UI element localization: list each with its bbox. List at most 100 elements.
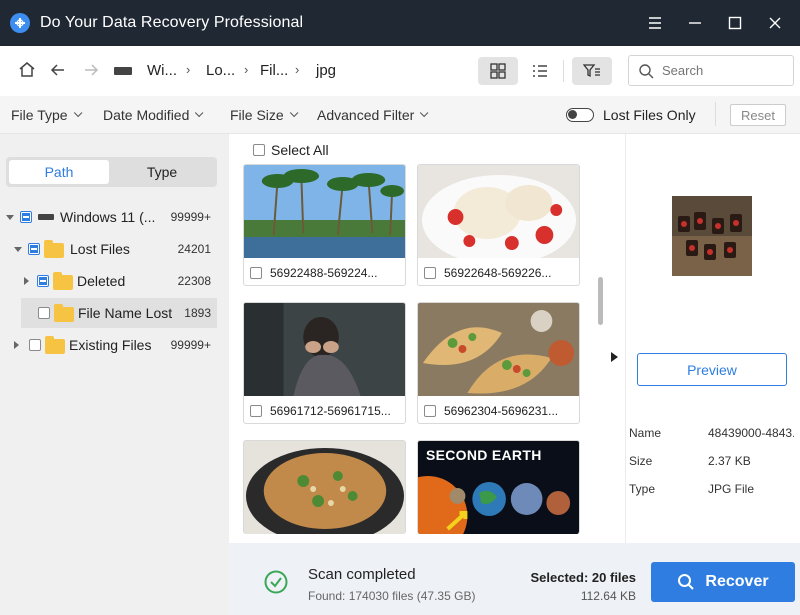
thumbnail-caption: SECOND EARTH [426,447,542,463]
file-size-filter[interactable]: File Size [230,107,299,123]
select-all-label: Select All [271,142,329,158]
meta-value-size: 2.37 KB [708,454,751,468]
filter-label: File Size [230,107,284,123]
chevron-right-icon: › [244,62,249,77]
filter-toggle-button[interactable] [572,57,612,85]
file-checkbox[interactable] [424,267,436,279]
tab-path[interactable]: Path [9,160,109,184]
checkbox[interactable] [38,307,50,319]
search-box[interactable] [628,55,794,86]
meta-key-size: Size [629,454,653,468]
filter-label: File Type [11,107,68,123]
search-icon [639,63,654,78]
reset-button[interactable]: Reset [730,104,786,126]
tree-item-count: 24201 [177,242,211,256]
tree-item-count: 22308 [177,274,211,288]
file-checkbox[interactable] [250,405,262,417]
tree-item-count: 1893 [184,306,211,320]
grid-view-button[interactable] [478,57,518,85]
folder-icon [45,336,65,354]
tree-item-deleted[interactable]: Deleted 22308 [0,266,229,296]
expand-icon[interactable] [14,246,22,252]
tab-type[interactable]: Type [112,160,212,184]
file-type-filter[interactable]: File Type [11,107,82,123]
grid-icon [490,63,506,79]
breadcrumb-current[interactable]: jpg [316,62,336,79]
tree-item-file-name-lost[interactable]: File Name Lost 1893 [21,298,217,328]
preview-button[interactable]: Preview [637,353,787,386]
minimize-icon[interactable] [675,0,715,46]
file-card-footer: 56922648-569226... [418,261,579,285]
folder-lost-icon [44,240,64,258]
filter-icon [583,64,600,78]
search-icon [678,574,695,590]
app-logo-icon [10,13,30,33]
lost-files-only-toggle[interactable] [566,108,594,122]
file-card[interactable]: 56962304-5696231... [417,302,580,424]
scan-found-summary: Found: 174030 files (47.35 GB) [308,589,476,603]
selected-count: Selected: 20 files [530,570,637,585]
grid-scrollbar[interactable] [598,277,603,325]
menu-icon[interactable] [635,0,675,46]
checkbox[interactable] [28,243,40,255]
drive-icon [114,67,132,75]
tree-item-count: 99999+ [170,210,211,224]
recover-label: Recover [705,573,769,590]
select-all-checkbox[interactable] [253,144,265,156]
selected-size: 112.64 KB [580,589,636,603]
toggle-knob [568,110,577,119]
meta-value-type: JPG File [708,482,755,496]
forward-arrow-icon[interactable] [79,58,103,82]
divider [715,102,716,126]
ice-cream-thumbnail [418,165,579,265]
advanced-filter[interactable]: Advanced Filter [317,107,429,123]
tree-item-lost-files[interactable]: Lost Files 24201 [0,234,229,264]
file-card[interactable]: 56922648-569226... [417,164,580,286]
maximize-icon[interactable] [715,0,755,46]
select-all[interactable]: Select All [253,142,329,158]
meta-value-name: 48439000-4843... [708,426,794,440]
recover-button[interactable]: Recover [651,562,795,602]
home-icon[interactable] [15,58,39,82]
meta-key-name: Name [629,426,662,440]
file-checkbox[interactable] [424,405,436,417]
noodle-salad-thumbnail [244,441,405,534]
tree-item-existing-files[interactable]: Existing Files 99999+ [0,330,229,360]
expand-icon[interactable] [24,277,29,285]
breadcrumb-item[interactable]: Fil... [260,62,288,79]
filter-label: Date Modified [103,107,190,123]
check-circle-icon [264,570,288,594]
file-card[interactable]: 56961712-56961715... [243,302,406,424]
checkbox[interactable] [29,339,41,351]
file-card[interactable] [243,440,406,534]
expand-icon[interactable] [14,341,19,349]
checkbox[interactable] [20,211,32,223]
file-card[interactable]: SECOND EARTH [417,440,580,534]
folder-deleted-icon [53,272,73,290]
date-modified-filter[interactable]: Date Modified [103,107,204,123]
close-icon[interactable] [755,0,795,46]
chevron-right-icon: › [295,62,300,77]
breadcrumb-item[interactable]: Wi... [147,62,177,79]
collapse-panel-icon[interactable] [611,352,618,362]
expand-icon[interactable] [6,214,14,220]
breadcrumb-item[interactable]: Lo... [206,62,235,79]
folder-unknown-icon [54,304,74,322]
file-checkbox[interactable] [250,267,262,279]
file-name: 56922488-569224... [270,266,378,280]
divider [563,60,564,82]
list-view-button[interactable] [520,57,560,85]
checkbox[interactable] [37,275,49,287]
tree-item-count: 99999+ [170,338,211,352]
search-input[interactable] [662,63,782,78]
meta-key-type: Type [629,482,656,496]
app-title: Do Your Data Recovery Professional [40,14,304,31]
tacos-thumbnail [418,303,579,396]
file-card[interactable]: 56922488-569224... [243,164,406,286]
file-name: 56922648-569226... [444,266,552,280]
distressed-woman-thumbnail [244,303,405,396]
file-card-footer: 56961712-56961715... [244,399,405,423]
tree-item-windows[interactable]: Windows 11 (... 99999+ [0,202,229,232]
tree-item-label: Lost Files [70,241,130,257]
back-arrow-icon[interactable] [46,58,70,82]
